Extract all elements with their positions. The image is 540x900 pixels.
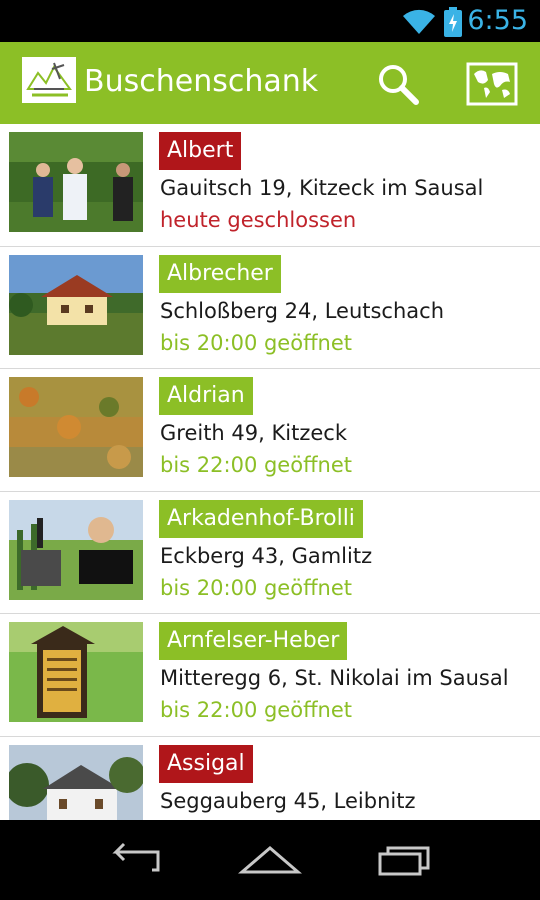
name-badge: Assigal xyxy=(159,744,253,783)
opening-status: bis 20:00 geöffnet xyxy=(160,575,353,600)
opening-status: heute geschlossen xyxy=(160,208,357,232)
search-icon[interactable] xyxy=(374,60,422,108)
address-text: Greith 49, Kitzeck xyxy=(160,421,347,445)
photo-thumbnail xyxy=(9,377,143,477)
app-title: Buschenschank xyxy=(84,64,319,99)
list-item[interactable]: Albert Gauitsch 19, Kitzeck im Sausal he… xyxy=(0,124,540,247)
photo-thumbnail xyxy=(9,744,143,820)
back-icon[interactable] xyxy=(104,842,164,880)
recents-icon[interactable] xyxy=(376,842,436,880)
opening-status: bis 22:00 geöffnet xyxy=(160,698,353,722)
action-bar: Buschenschank xyxy=(0,42,540,124)
restaurant-list[interactable]: Albert Gauitsch 19, Kitzeck im Sausal he… xyxy=(0,124,540,820)
address-text: Eckberg 43, Gamlitz xyxy=(160,543,373,568)
address-text: Mitteregg 6, St. Nikolai im Sausal xyxy=(160,666,509,690)
opening-status: bis 20:00 geöffnet xyxy=(160,330,353,355)
name-badge: Albrecher xyxy=(159,254,281,293)
navigation-bar xyxy=(0,820,540,900)
list-item[interactable]: Aldrian Greith 49, Kitzeck bis 22:00 geö… xyxy=(0,369,540,492)
list-item[interactable]: Arnfelser-Heber Mitteregg 6, St. Nikolai… xyxy=(0,614,540,737)
name-badge: Arnfelser-Heber xyxy=(159,622,348,660)
list-item[interactable]: Assigal Seggauberg 45, Leibnitz xyxy=(0,737,540,820)
photo-thumbnail xyxy=(9,622,143,722)
photo-thumbnail xyxy=(9,499,143,600)
app-logo-icon[interactable] xyxy=(22,57,76,103)
photo-thumbnail xyxy=(9,132,143,232)
address-text: Schloßberg 24, Leutschach xyxy=(160,298,445,323)
home-icon[interactable] xyxy=(237,844,303,880)
status-bar: 6:55 xyxy=(0,0,540,42)
clock: 6:55 xyxy=(467,5,528,36)
name-badge: Aldrian xyxy=(159,377,253,415)
opening-status: bis 22:00 geöffnet xyxy=(160,453,353,477)
list-item[interactable]: Albrecher Schloßberg 24, Leutschach bis … xyxy=(0,247,540,369)
map-icon[interactable] xyxy=(466,60,518,108)
wifi-icon xyxy=(402,7,436,39)
battery-charging-icon xyxy=(444,7,462,41)
name-badge: Albert xyxy=(159,132,242,170)
address-text: Gauitsch 19, Kitzeck im Sausal xyxy=(160,176,484,200)
photo-thumbnail xyxy=(9,254,143,355)
list-item[interactable]: Arkadenhof-Brolli Eckberg 43, Gamlitz bi… xyxy=(0,492,540,614)
address-text: Seggauberg 45, Leibnitz xyxy=(160,788,416,813)
name-badge: Arkadenhof-Brolli xyxy=(159,499,363,538)
